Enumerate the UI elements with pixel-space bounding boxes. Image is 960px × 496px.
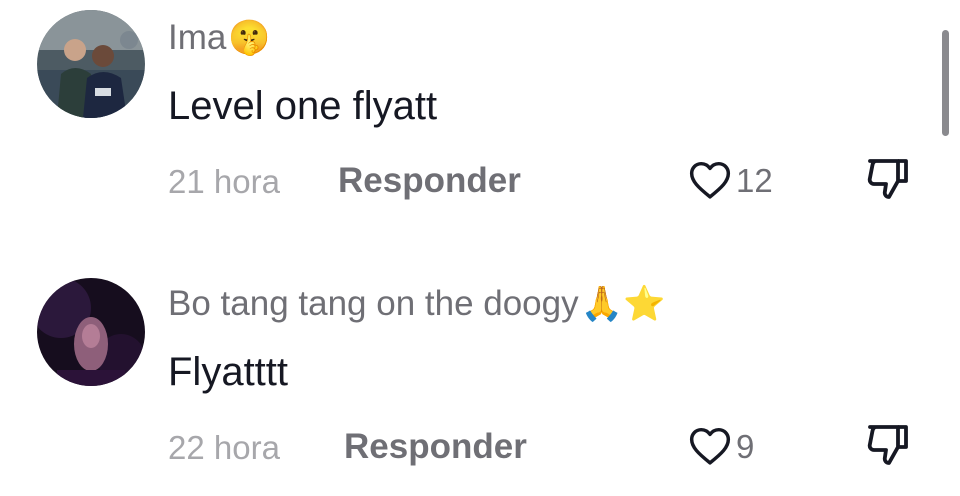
comment-item: Bo tang tang on the doogy🙏⭐️ Flyatttt 22…	[0, 266, 940, 496]
thumbs-down-outline-icon	[867, 159, 908, 199]
like-button[interactable]: 12	[688, 159, 773, 201]
heart-outline-icon	[689, 427, 731, 465]
dislike-button[interactable]	[864, 423, 912, 472]
comment-username[interactable]: Bo tang tang on the doogy🙏⭐️	[168, 286, 665, 321]
username-text: Ima	[168, 18, 227, 57]
like-button[interactable]: 9	[688, 425, 754, 467]
like-count: 12	[736, 161, 773, 199]
avatar[interactable]	[37, 10, 145, 118]
reply-button[interactable]: Responder	[344, 429, 527, 464]
comment-time: 21 hora	[168, 163, 280, 200]
dislike-button[interactable]	[864, 157, 912, 206]
comment-username[interactable]: Ima🤫	[168, 20, 271, 55]
scrollbar[interactable]	[942, 30, 949, 136]
comment-text: Level one flyatt	[168, 84, 438, 128]
like-count: 9	[736, 427, 755, 465]
username-emoji: 🙏⭐️	[580, 285, 666, 323]
heart-outline-icon	[689, 161, 731, 199]
username-text: Bo tang tang on the doogy	[168, 284, 579, 323]
comment-item: Ima🤫 Level one flyatt 21 hora Responder …	[0, 0, 940, 230]
avatar-photo	[37, 10, 145, 118]
avatar[interactable]	[37, 278, 145, 386]
username-emoji: 🤫	[228, 19, 271, 57]
reply-button[interactable]: Responder	[338, 163, 521, 198]
avatar-photo	[37, 278, 145, 386]
thumbs-down-outline-icon	[867, 425, 908, 465]
comment-text: Flyatttt	[168, 350, 289, 394]
comment-time: 22 hora	[168, 429, 280, 466]
